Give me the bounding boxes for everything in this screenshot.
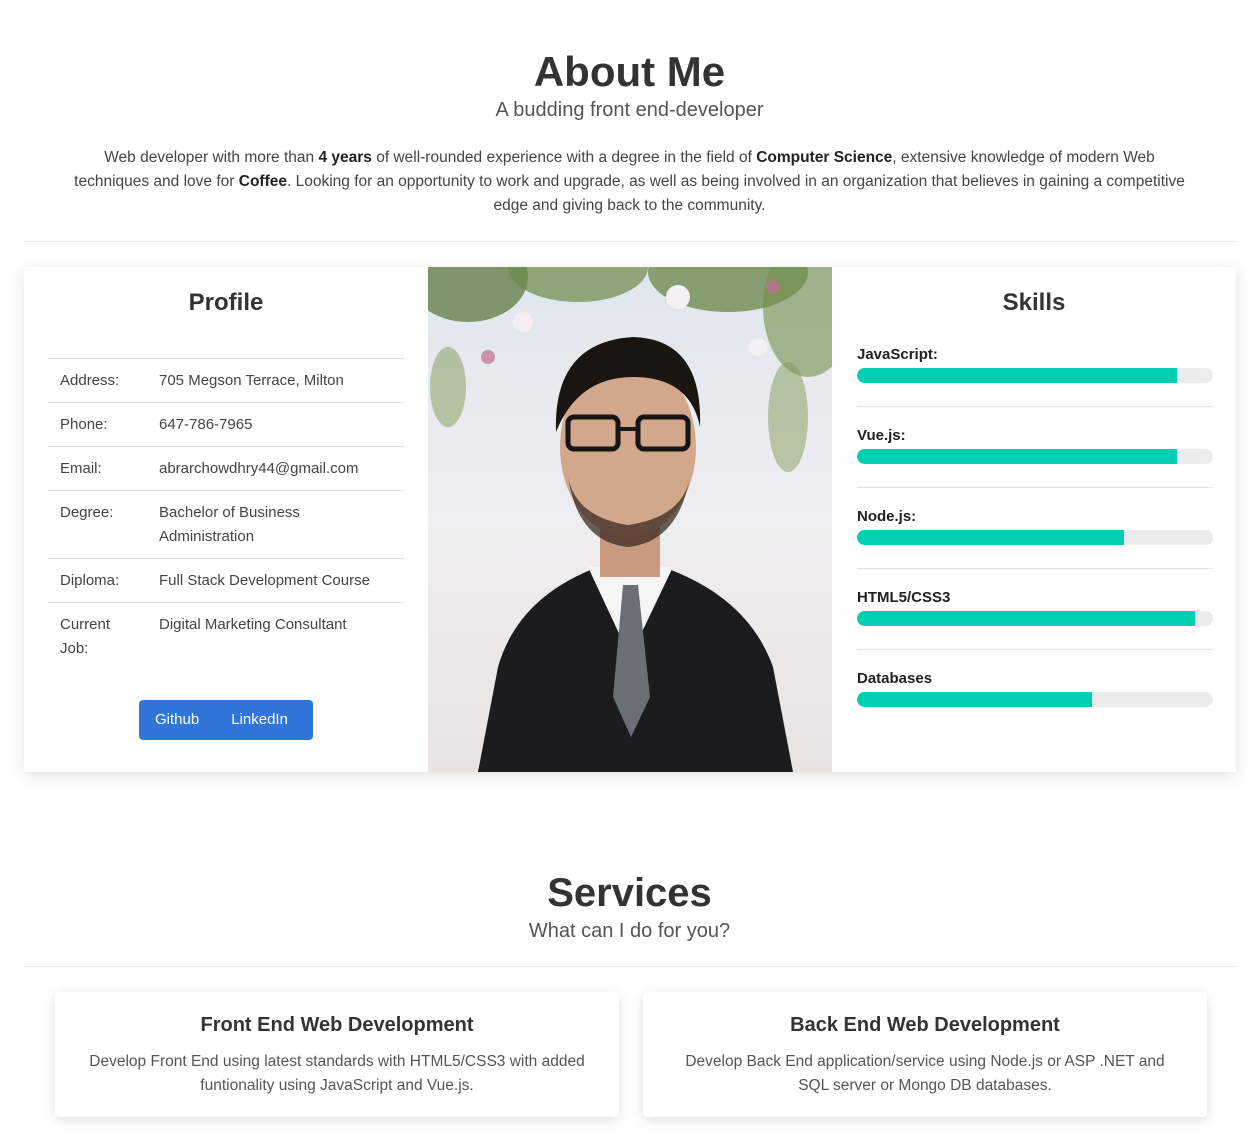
skill-label: Databases (857, 670, 933, 687)
services-subtitle: What can I do for you? (528, 920, 731, 942)
skill-databases: Databases (857, 669, 1213, 707)
skill-label: Vue.js: (857, 427, 906, 444)
profile-value: 705 Megson Terrace, Milton (147, 358, 404, 403)
profile-photo-image (428, 267, 832, 772)
skill-divider (857, 406, 1213, 407)
profile-heading: Profile (188, 289, 264, 316)
profile-column: Profile Address: 705 Megson Terrace, Mil… (24, 267, 428, 772)
profile-photo (428, 267, 832, 772)
service-card-title: Back End Web Development (790, 1014, 1060, 1036)
linkedin-button[interactable]: LinkedIn (215, 700, 304, 740)
skill-divider (857, 649, 1213, 650)
profile-label: Address: (48, 358, 147, 403)
intro-text-1: Web developer with more than (104, 149, 319, 166)
skill-divider (857, 568, 1213, 569)
skills-column: Skills JavaScript: Vue.js: Node.js: HTML… (832, 267, 1236, 772)
skill-bar (857, 368, 1213, 383)
services-title: Services (547, 871, 712, 915)
profile-label: Current Job: (48, 602, 147, 670)
service-card-title: Front End Web Development (200, 1014, 474, 1036)
profile-value: 647-786-7965 (147, 402, 404, 447)
intro-degree: Computer Science (756, 149, 893, 166)
profile-row-diploma: Diploma: Full Stack Development Course (48, 558, 404, 603)
profile-label: Phone: (48, 402, 147, 447)
skill-bar (857, 692, 1213, 707)
profile-row-email: Email: abrarchowdhry44@gmail.com (48, 446, 404, 491)
skill-label: Node.js: (857, 508, 917, 525)
about-card: Profile Address: 705 Megson Terrace, Mil… (24, 267, 1236, 772)
github-button[interactable]: Github (139, 700, 215, 740)
profile-button-group: Github LinkedIn (139, 700, 313, 740)
skill-divider (857, 487, 1213, 488)
skill-vuejs: Vue.js: (857, 426, 1213, 464)
profile-row-current-job: Current Job: Digital Marketing Consultan… (48, 602, 404, 670)
skill-nodejs: Node.js: (857, 507, 1213, 545)
profile-label: Diploma: (48, 558, 147, 603)
profile-value: abrarchowdhry44@gmail.com (147, 446, 404, 491)
skill-html-css: HTML5/CSS3 (857, 588, 1213, 626)
profile-label: Email: (48, 446, 147, 491)
about-title: About Me (533, 48, 726, 95)
skill-bar-fill (857, 692, 1092, 707)
profile-label: Degree: (48, 490, 147, 559)
profile-row-phone: Phone: 647-786-7965 (48, 402, 404, 447)
skill-bar-fill (857, 368, 1178, 383)
intro-text-2: of well-rounded experience with a degree… (371, 149, 757, 166)
skill-bar-fill (857, 611, 1196, 626)
skill-javascript: JavaScript: (857, 345, 1213, 383)
skills-heading: Skills (1002, 289, 1066, 316)
profile-row-address: Address: 705 Megson Terrace, Milton (48, 358, 404, 403)
profile-row-degree: Degree: Bachelor of Business Administrat… (48, 490, 404, 559)
service-card-front-end: Front End Web Development Develop Front … (55, 992, 619, 1117)
about-divider (24, 241, 1236, 242)
services-divider (24, 966, 1236, 967)
skill-bar (857, 530, 1213, 545)
skill-bar-fill (857, 449, 1178, 464)
service-card-description: Develop Front End using latest standards… (89, 1053, 585, 1094)
intro-text-4: . Looking for an opportunity to work and… (286, 173, 1185, 214)
skill-bar-fill (857, 530, 1124, 545)
service-card-back-end: Back End Web Development Develop Back En… (643, 992, 1207, 1117)
skill-label: HTML5/CSS3 (857, 589, 951, 606)
profile-value: Full Stack Development Course (147, 558, 404, 603)
about-subtitle: A budding front end-developer (495, 99, 764, 121)
intro-years: 4 years (318, 149, 372, 166)
profile-value: Bachelor of Business Administration (147, 490, 404, 559)
skill-bar (857, 611, 1213, 626)
skill-label: JavaScript: (857, 346, 938, 363)
skill-bar (857, 449, 1213, 464)
about-intro: Web developer with more than 4 years of … (70, 146, 1189, 218)
intro-coffee: Coffee (238, 173, 287, 190)
profile-value: Digital Marketing Consultant (147, 602, 404, 670)
profile-table: Address: 705 Megson Terrace, Milton Phon… (48, 358, 404, 670)
service-card-description: Develop Back End application/service usi… (685, 1053, 1165, 1094)
